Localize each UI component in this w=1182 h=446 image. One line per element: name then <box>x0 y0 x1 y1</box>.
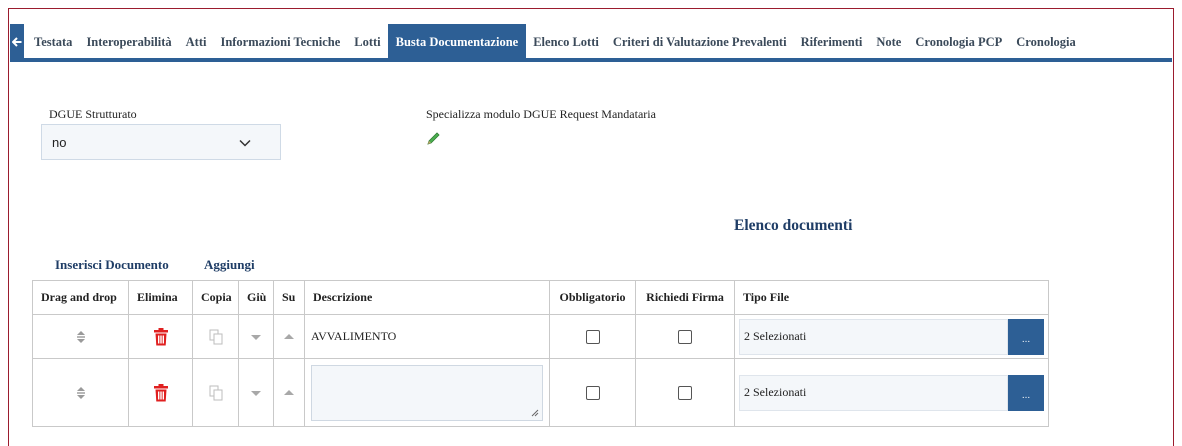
header-copia: Copia <box>192 280 239 315</box>
move-down-button[interactable] <box>239 333 273 341</box>
pencil-edit-icon[interactable] <box>426 130 442 146</box>
trash-icon <box>153 383 168 401</box>
copy-icon <box>209 385 222 400</box>
obbligatorio-checkbox[interactable] <box>585 329 600 344</box>
tab-informazioni-tecniche[interactable]: Informazioni Tecniche <box>213 24 347 60</box>
tipo-file-field: 2 Selezionati ... <box>739 318 1044 355</box>
drag-handle[interactable] <box>33 386 128 400</box>
tab-underline <box>10 58 1172 62</box>
tipo-file-value: 2 Selezionati <box>739 318 1008 355</box>
tab-testata[interactable]: Testata <box>24 24 79 60</box>
trash-icon <box>153 327 168 345</box>
specializza-label: Specializza modulo DGUE Request Mandatar… <box>426 107 656 121</box>
tab-note[interactable]: Note <box>869 24 908 60</box>
dgue-select[interactable]: no <box>41 124 281 160</box>
richiedi-firma-checkbox[interactable] <box>678 329 692 344</box>
table-row: AVVALIMENTO 2 Selezionati ... <box>32 314 1049 359</box>
insert-document-link[interactable]: Inserisci Documento <box>55 257 169 273</box>
header-su: Su <box>273 280 305 315</box>
descrizione-value: AVVALIMENTO <box>304 314 550 359</box>
tab-interoperabilita[interactable]: Interoperabilità <box>79 24 178 60</box>
drag-handle-icon <box>76 386 85 399</box>
header-giu: Giù <box>238 280 274 315</box>
tab-bar: Testata Interoperabilità Atti Informazio… <box>10 22 1170 61</box>
header-elimina: Elimina <box>128 280 193 315</box>
caret-down-icon <box>251 334 261 340</box>
tipo-file-select-button[interactable]: ... <box>1008 374 1044 411</box>
tab-criteri-valutazione[interactable]: Criteri di Valutazione Prevalenti <box>606 24 794 60</box>
header-drag: Drag and drop <box>32 280 129 315</box>
delete-button[interactable] <box>129 383 192 402</box>
tab-busta-documentazione[interactable]: Busta Documentazione <box>387 24 527 60</box>
back-button[interactable] <box>10 24 24 60</box>
header-obbligatorio: Obbligatorio <box>549 280 636 315</box>
dgue-select-value: no <box>52 134 67 150</box>
drag-handle[interactable] <box>33 330 128 344</box>
chevron-down-icon <box>239 139 251 147</box>
copy-icon <box>209 329 222 344</box>
dgue-label: DGUE Strutturato <box>49 107 137 121</box>
header-descrizione: Descrizione <box>304 280 550 315</box>
delete-button[interactable] <box>129 327 192 346</box>
add-link[interactable]: Aggiungi <box>204 257 255 273</box>
copy-button[interactable] <box>193 329 238 345</box>
tab-atti[interactable]: Atti <box>179 24 214 60</box>
tipo-file-select-button[interactable]: ... <box>1008 318 1044 355</box>
richiedi-firma-checkbox[interactable] <box>678 385 692 400</box>
tipo-file-field: 2 Selezionati ... <box>739 374 1044 411</box>
move-up-button[interactable] <box>274 389 304 397</box>
obbligatorio-checkbox[interactable] <box>585 385 600 400</box>
caret-up-icon <box>284 389 294 395</box>
tab-cronologia[interactable]: Cronologia <box>1009 24 1083 60</box>
tipo-file-value: 2 Selezionati <box>739 374 1008 411</box>
tab-elenco-lotti[interactable]: Elenco Lotti <box>526 24 606 60</box>
drag-handle-icon <box>76 330 85 343</box>
tab-lotti[interactable]: Lotti <box>347 24 387 60</box>
documents-table: Drag and drop Elimina Copia Giù Su Descr… <box>32 280 1049 427</box>
section-title: Elenco documenti <box>734 217 853 234</box>
resize-grip-icon[interactable] <box>531 409 539 417</box>
descrizione-textarea[interactable] <box>311 364 543 421</box>
header-richiedi-firma: Richiedi Firma <box>635 280 735 315</box>
caret-up-icon <box>284 333 294 339</box>
tab-cronologia-pcp[interactable]: Cronologia PCP <box>908 24 1009 60</box>
header-tipo-file: Tipo File <box>734 280 1049 315</box>
table-row: 2 Selezionati ... <box>32 358 1049 427</box>
tab-riferimenti[interactable]: Riferimenti <box>794 24 870 60</box>
table-header-row: Drag and drop Elimina Copia Giù Su Descr… <box>32 280 1049 315</box>
arrow-left-icon <box>12 37 22 47</box>
move-up-button[interactable] <box>274 333 304 341</box>
copy-button[interactable] <box>193 385 238 401</box>
caret-down-icon <box>251 390 261 396</box>
move-down-button[interactable] <box>239 389 273 397</box>
